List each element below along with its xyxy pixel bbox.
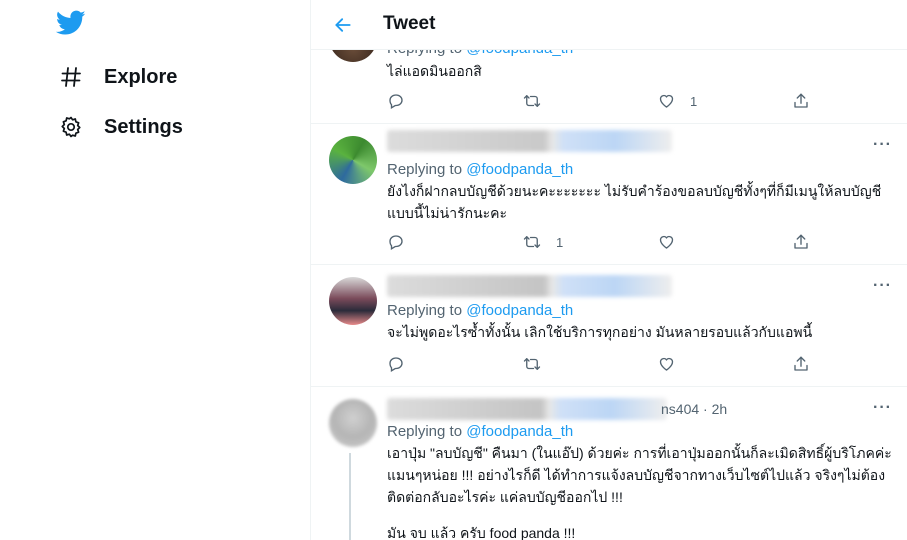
retweet-button[interactable]: 1 bbox=[522, 232, 563, 252]
reply-button[interactable] bbox=[387, 232, 405, 252]
avatar[interactable] bbox=[329, 136, 377, 184]
left-navigation: Explore Settings bbox=[0, 0, 310, 540]
tweet-text: เอาปุ่ม "ลบบัญชี" คืนมา (ในแอ๊ป) ด้วยค่ะ… bbox=[387, 445, 892, 505]
tweet-actions: 1 bbox=[387, 91, 817, 111]
reply-handle-link[interactable]: @foodpanda_th bbox=[466, 302, 573, 319]
like-button[interactable] bbox=[657, 232, 676, 252]
tweet-text: จะไม่พูดอะไรซ้ำทั้งนั้น เลิกใช้บริการทุก… bbox=[387, 324, 813, 340]
retweet-icon bbox=[523, 95, 541, 107]
author-handle-and-time[interactable]: ns404 · 2h bbox=[661, 401, 727, 417]
page-title: Tweet bbox=[383, 13, 436, 34]
nav-settings-label: Settings bbox=[104, 115, 183, 138]
avatar[interactable] bbox=[329, 399, 377, 447]
retweet-icon bbox=[523, 236, 541, 248]
thread-line bbox=[349, 453, 351, 540]
reply-handle-link[interactable]: @foodpanda_th bbox=[466, 161, 573, 178]
retweet-count: 1 bbox=[556, 234, 564, 250]
hashtag-icon bbox=[58, 64, 84, 90]
replying-to: Replying to @foodpanda_th bbox=[387, 161, 574, 178]
tweet-reply[interactable]: ··· Replying to @foodpanda_th ยังไงก็ฝาก… bbox=[311, 124, 907, 265]
share-button[interactable] bbox=[792, 232, 810, 252]
gear-icon bbox=[58, 114, 84, 140]
reply-button[interactable] bbox=[387, 91, 405, 111]
tweet-actions bbox=[387, 354, 817, 374]
retweet-icon bbox=[523, 358, 541, 370]
tweet-text-line2: มัน จบ แล้ว ครับ food panda !!! bbox=[387, 525, 576, 540]
author-name-blurred[interactable] bbox=[387, 398, 667, 420]
main-column: Tweet Replying to @foodpanda_th ไล่แอดมิ… bbox=[310, 0, 907, 540]
reply-button[interactable] bbox=[387, 354, 405, 374]
reply-icon bbox=[389, 94, 403, 109]
share-icon bbox=[794, 234, 808, 249]
share-icon bbox=[794, 93, 808, 108]
retweet-button[interactable] bbox=[522, 91, 542, 111]
heart-icon bbox=[659, 94, 674, 108]
nav-explore-label: Explore bbox=[104, 65, 178, 88]
tweet-text: ยังไงก็ฝากลบบัญชีด้วยนะคะะะะะะะ ไม่รับคำ… bbox=[387, 183, 882, 221]
nav-explore[interactable]: Explore bbox=[58, 62, 177, 92]
like-button[interactable]: 1 bbox=[657, 91, 697, 111]
retweet-button[interactable] bbox=[522, 354, 542, 374]
more-options-button[interactable]: ··· bbox=[873, 399, 892, 417]
share-icon bbox=[794, 356, 808, 371]
more-options-button[interactable]: ··· bbox=[873, 277, 892, 295]
page-header: Tweet bbox=[311, 0, 907, 50]
share-button[interactable] bbox=[792, 91, 810, 111]
tweet-reply[interactable]: ns404 · 2h ··· Replying to @foodpanda_th… bbox=[311, 387, 907, 540]
reply-icon bbox=[389, 235, 403, 250]
nav-settings[interactable]: Settings bbox=[58, 112, 183, 142]
replying-to: Replying to @foodpanda_th bbox=[387, 302, 574, 319]
reply-handle-link[interactable]: @foodpanda_th bbox=[466, 423, 573, 440]
author-name-blurred[interactable] bbox=[387, 130, 672, 152]
timestamp[interactable]: · 2h bbox=[703, 401, 727, 417]
author-name-blurred[interactable] bbox=[387, 275, 672, 297]
back-arrow-icon[interactable] bbox=[331, 13, 355, 37]
more-options-button[interactable]: ··· bbox=[873, 136, 892, 154]
twitter-bird-icon[interactable] bbox=[55, 10, 86, 36]
replying-to: Replying to @foodpanda_th bbox=[387, 423, 574, 440]
tweet-text: ไล่แอดมินออกสิ bbox=[387, 63, 482, 79]
heart-icon bbox=[659, 357, 674, 371]
avatar[interactable] bbox=[329, 277, 377, 325]
reply-icon bbox=[389, 357, 403, 372]
like-button[interactable] bbox=[657, 354, 676, 374]
tweet-reply[interactable]: ··· Replying to @foodpanda_th จะไม่พูดอะ… bbox=[311, 265, 907, 387]
tweet-actions: 1 bbox=[387, 232, 817, 252]
like-count: 1 bbox=[690, 93, 698, 109]
heart-icon bbox=[659, 235, 674, 249]
share-button[interactable] bbox=[792, 354, 810, 374]
